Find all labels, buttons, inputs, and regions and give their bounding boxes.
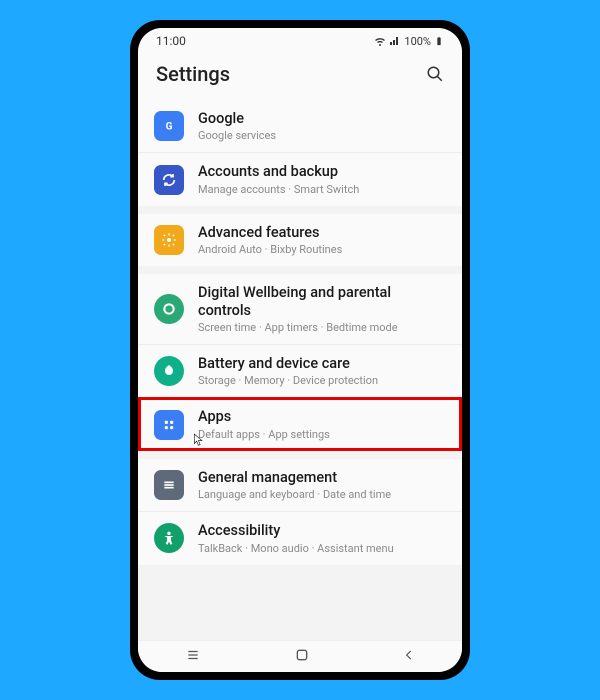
settings-row-advanced[interactable]: Advanced features Android Auto · Bixby R…: [138, 214, 462, 266]
row-sub: Storage · Memory · Device protection: [198, 374, 446, 387]
row-sub: TalkBack · Mono audio · Assistant menu: [198, 542, 446, 555]
page-title: Settings: [156, 62, 426, 86]
nav-back[interactable]: [402, 647, 416, 666]
status-time: 11:00: [156, 34, 374, 48]
settings-row-general[interactable]: General management Language and keyboard…: [138, 459, 462, 511]
battery-icon: [434, 35, 444, 47]
search-icon[interactable]: [426, 65, 444, 83]
row-title: General management: [198, 469, 446, 486]
row-title: Apps: [198, 408, 446, 425]
battery-care-icon: [154, 356, 184, 386]
general-icon: [154, 470, 184, 500]
row-sub: Default apps · App settings: [198, 428, 446, 441]
apps-icon: [154, 410, 184, 440]
row-title: Battery and device care: [198, 355, 446, 372]
battery-text: 100%: [404, 35, 431, 48]
settings-row-accessibility[interactable]: Accessibility TalkBack · Mono audio · As…: [138, 511, 462, 564]
row-title: Accessibility: [198, 522, 446, 539]
row-sub: Screen time · App timers · Bedtime mode: [198, 321, 446, 334]
row-title: Advanced features: [198, 224, 446, 241]
phone-frame: 11:00 100% Settings G Google G: [130, 20, 470, 680]
sync-icon: [154, 165, 184, 195]
wifi-icon: [374, 35, 386, 47]
nav-recents[interactable]: [184, 647, 202, 666]
wellbeing-icon: [154, 294, 184, 324]
row-sub: Google services: [198, 129, 446, 142]
google-icon: G: [154, 111, 184, 141]
screen: 11:00 100% Settings G Google G: [138, 28, 462, 672]
row-title: Google: [198, 110, 446, 127]
nav-home[interactable]: [294, 647, 310, 667]
row-title: Digital Wellbeing and parental controls: [198, 284, 446, 319]
settings-row-wellbeing[interactable]: Digital Wellbeing and parental controls …: [138, 274, 462, 344]
row-sub: Language and keyboard · Date and time: [198, 488, 446, 501]
settings-row-google[interactable]: G Google Google services: [138, 100, 462, 152]
status-icons: 100%: [374, 35, 444, 48]
accessibility-icon: [154, 523, 184, 553]
nav-bar: [138, 640, 462, 672]
status-bar: 11:00 100%: [138, 28, 462, 54]
signal-icon: [389, 35, 401, 47]
header: Settings: [138, 54, 462, 100]
svg-text:G: G: [166, 122, 173, 133]
row-sub: Manage accounts · Smart Switch: [198, 183, 446, 196]
settings-list: G Google Google services Accounts and ba…: [138, 100, 462, 640]
settings-row-apps[interactable]: Apps Default apps · App settings: [138, 397, 462, 450]
row-sub: Android Auto · Bixby Routines: [198, 243, 446, 256]
settings-row-battery[interactable]: Battery and device care Storage · Memory…: [138, 344, 462, 397]
row-title: Accounts and backup: [198, 163, 446, 180]
settings-row-accounts[interactable]: Accounts and backup Manage accounts · Sm…: [138, 152, 462, 205]
advanced-icon: [154, 225, 184, 255]
